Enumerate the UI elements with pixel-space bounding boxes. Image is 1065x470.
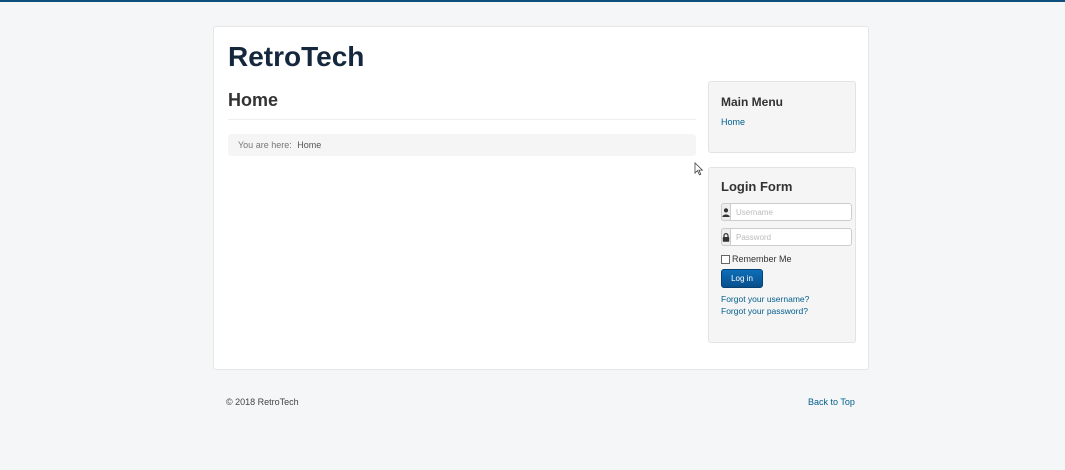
breadcrumb-item-home: Home (297, 140, 322, 150)
login-button[interactable]: Log in (721, 269, 763, 288)
site-brand-link[interactable]: RetroTech (228, 41, 364, 73)
username-group (721, 203, 852, 221)
breadcrumb-prefix: You are here: (238, 140, 292, 150)
username-input[interactable] (730, 203, 852, 221)
remember-me-checkbox[interactable]: Remember Me (721, 254, 792, 264)
page-container: RetroTech Home You are here: Home Main M… (213, 26, 869, 370)
forgot-password-link[interactable]: Forgot your password? (721, 306, 808, 316)
back-to-top-link[interactable]: Back to Top (808, 397, 855, 407)
breadcrumb: You are here: Home (228, 134, 696, 156)
login-form-module: Login Form Remember Me Log in Forgot you… (708, 167, 856, 343)
main-menu-item-home[interactable]: Home (721, 117, 745, 127)
main-menu-module: Main Menu Home (708, 81, 856, 153)
lock-icon (721, 228, 730, 246)
checkbox-box[interactable] (721, 254, 730, 264)
main-menu-title: Main Menu (721, 95, 783, 109)
page-title: Home (228, 90, 279, 110)
user-icon (721, 203, 730, 221)
mouse-cursor-icon (694, 162, 704, 176)
heading-divider (228, 119, 696, 120)
footer-copyright: © 2018 RetroTech (226, 397, 299, 407)
forgot-username-link[interactable]: Forgot your username? (721, 294, 809, 304)
password-input[interactable] (730, 228, 852, 246)
remember-me-label: Remember Me (732, 254, 792, 264)
login-form-title: Login Form (721, 179, 793, 194)
password-group (721, 228, 852, 246)
